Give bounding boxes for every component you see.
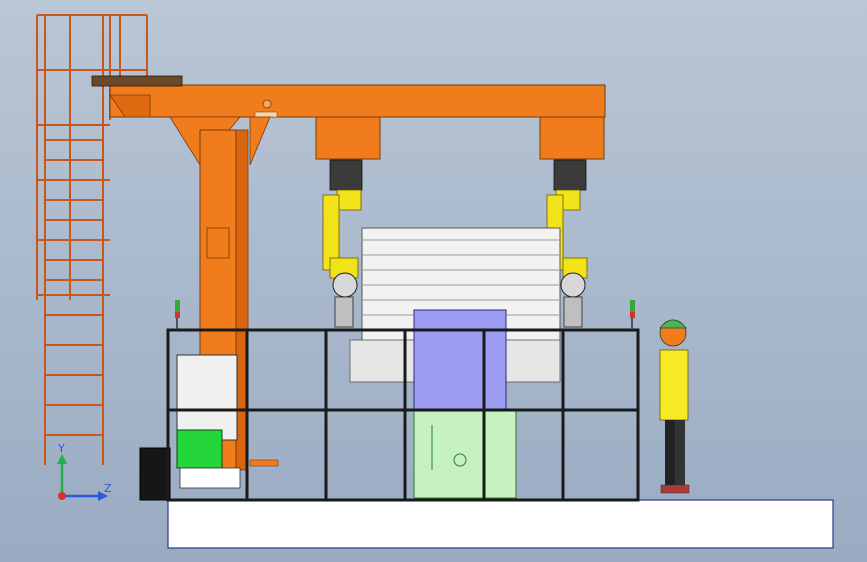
cad-scene[interactable]	[0, 0, 867, 562]
floor-slab	[167, 499, 834, 549]
positioner-blue	[413, 309, 507, 411]
z-axis-label: Z	[104, 482, 112, 495]
signal-tower-right	[630, 300, 635, 330]
cad-viewport[interactable]: Y Z	[0, 0, 867, 562]
coordinate-triad-icon: Y Z	[57, 442, 112, 501]
operator-figure	[659, 319, 690, 494]
signal-tower-left	[175, 300, 180, 330]
positioner-base-green	[413, 409, 517, 499]
origin-dot-icon	[58, 492, 66, 500]
gantry-beam	[91, 75, 606, 160]
robot-left	[322, 159, 363, 328]
control-cabinet	[139, 354, 279, 501]
y-axis-label: Y	[57, 442, 65, 455]
